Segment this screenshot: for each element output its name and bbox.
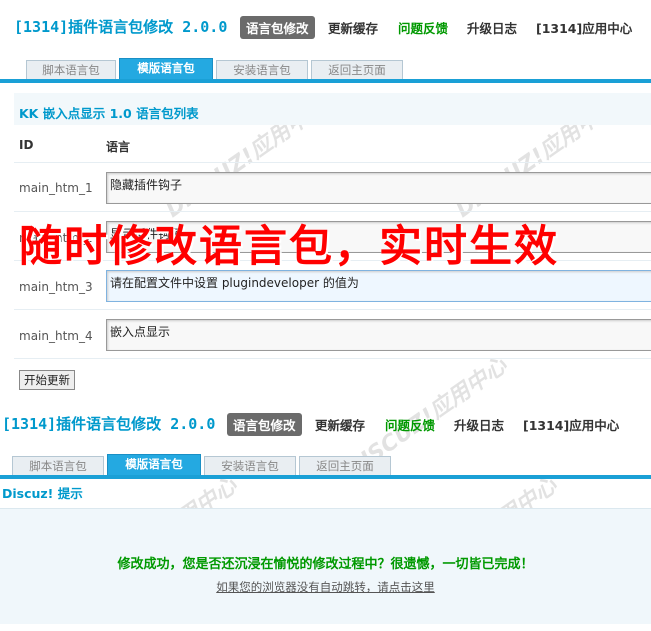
- lang-input[interactable]: 请在配置文件中设置 plugindeveloper 的值为: [106, 270, 651, 302]
- lang-input[interactable]: 嵌入点显示: [106, 319, 651, 351]
- col-lang-header: 语言: [106, 140, 131, 154]
- notice-box: 修改成功，您是否还沉浸在愉悦的修改过程中？很遗憾，一切皆已完成！ 如果您的浏览器…: [0, 508, 651, 624]
- lang-input[interactable]: 隐藏插件钩子: [106, 172, 651, 204]
- row-id: main_htm_4: [19, 329, 93, 343]
- tab-underline: [0, 79, 651, 83]
- tab-back-home[interactable]: 返回主页面: [299, 456, 391, 475]
- tab-template-lang[interactable]: 模版语言包: [119, 58, 213, 79]
- nav-feedback[interactable]: 问题反馈: [385, 415, 435, 434]
- tab-template-lang[interactable]: 模版语言包: [107, 454, 201, 475]
- row-id: main_htm_1: [19, 181, 93, 195]
- tab-script-lang[interactable]: 脚本语言包: [12, 456, 104, 475]
- bottom-tabbar: 脚本语言包 模版语言包 安装语言包 返回主页面: [0, 454, 651, 476]
- section-title: KK 嵌入点显示 1.0 语言包列表: [19, 106, 199, 121]
- top-tabbar: 脚本语言包 模版语言包 安装语言包 返回主页面: [0, 58, 651, 80]
- bottom-header: [1314]插件语言包修改 2.0.0 语言包修改 更新缓存 问题反馈 升级日志…: [0, 411, 651, 437]
- divider: [14, 358, 651, 359]
- divider: [14, 309, 651, 310]
- nav-lang-edit[interactable]: 语言包修改: [227, 413, 302, 436]
- nav-feedback[interactable]: 问题反馈: [398, 18, 448, 37]
- overlay-caption: 随时修改语言包，实时生效: [19, 222, 559, 272]
- tab-install-lang[interactable]: 安装语言包: [216, 60, 308, 79]
- tab-script-lang[interactable]: 脚本语言包: [26, 60, 116, 79]
- nav-lang-edit[interactable]: 语言包修改: [240, 16, 315, 39]
- app-title: [1314]插件语言包修改 2.0.0: [2, 415, 216, 433]
- submit-button[interactable]: 开始更新: [19, 370, 75, 390]
- tab-back-home[interactable]: 返回主页面: [311, 60, 403, 79]
- nav-changelog[interactable]: 升级日志: [454, 415, 504, 434]
- app-title: [1314]插件语言包修改 2.0.0: [14, 18, 228, 36]
- success-message: 修改成功，您是否还沉浸在愉悦的修改过程中？很遗憾，一切皆已完成！: [117, 557, 534, 572]
- row-id: main_htm_3: [19, 280, 93, 294]
- nav-update-cache[interactable]: 更新缓存: [315, 415, 365, 434]
- nav-app-center[interactable]: [1314]应用中心: [523, 415, 619, 434]
- notice-title: Discuz! 提示: [2, 486, 83, 501]
- nav-app-center[interactable]: [1314]应用中心: [536, 18, 632, 37]
- divider: [14, 162, 651, 163]
- tab-install-lang[interactable]: 安装语言包: [204, 456, 296, 475]
- tab-underline: [0, 475, 651, 479]
- nav-update-cache[interactable]: 更新缓存: [328, 18, 378, 37]
- col-id-header: ID: [19, 138, 34, 152]
- redirect-link[interactable]: 如果您的浏览器没有自动跳转，请点击这里: [0, 579, 651, 595]
- top-header: [1314]插件语言包修改 2.0.0 语言包修改 更新缓存 问题反馈 升级日志…: [0, 14, 651, 40]
- nav-changelog[interactable]: 升级日志: [467, 18, 517, 37]
